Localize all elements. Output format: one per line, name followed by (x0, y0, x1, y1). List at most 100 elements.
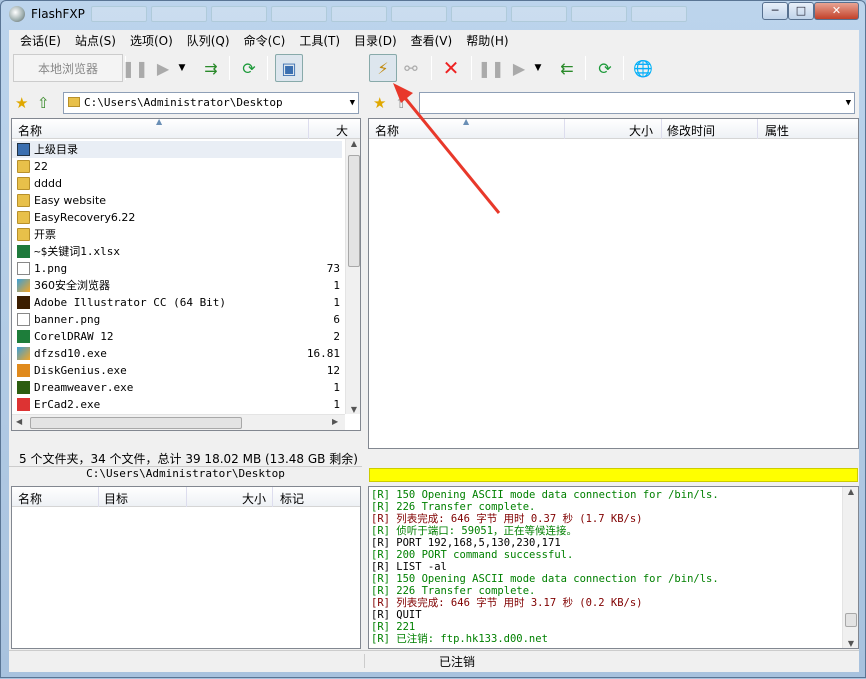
menu-directory[interactable]: 目录(D) (347, 32, 404, 49)
menu-options[interactable]: 选项(O) (123, 32, 180, 49)
title-bar[interactable]: FlashFXP ─ □ ✕ (1, 1, 865, 29)
scroll-right-icon[interactable]: ▶ (332, 417, 338, 426)
remote-path-combo[interactable]: ▼ (419, 92, 855, 114)
disconnect-icon[interactable]: ⚯ (397, 54, 425, 82)
maximize-button[interactable]: □ (788, 2, 814, 20)
folder-icon (68, 97, 80, 107)
local-vertical-scrollbar[interactable]: ▲ ▼ (345, 139, 360, 414)
menu-help[interactable]: 帮助(H) (459, 32, 515, 49)
favorite-star-icon[interactable]: ★ (15, 94, 28, 112)
remote-parent-folder-icon[interactable]: ⇧ (395, 94, 408, 112)
file-row[interactable]: EasyRecovery6.22 (12, 209, 342, 226)
scroll-left-icon[interactable]: ◀ (16, 417, 22, 426)
column-name[interactable]: 名称 (18, 122, 42, 139)
file-row[interactable]: 开票 (12, 226, 342, 243)
log-scroll-thumb[interactable] (845, 613, 857, 627)
pause-icon[interactable]: ❚❚ (121, 54, 149, 82)
close-button[interactable]: ✕ (814, 2, 859, 20)
file-row[interactable]: 1.png 73 (12, 260, 342, 277)
refresh-icon[interactable]: ⟳ (235, 54, 263, 82)
transfer-dropdown-icon[interactable]: ▼ (175, 54, 189, 82)
file-row[interactable]: Easy website (12, 192, 342, 209)
local-status-path: C:\Users\Administrator\Desktop (9, 466, 362, 481)
remote-transfer-icon[interactable]: ▶ (505, 54, 533, 82)
file-name: dddd (34, 177, 62, 190)
remote-chevron-down-icon[interactable]: ▼ (846, 93, 851, 113)
folder-icon (17, 211, 30, 224)
remote-transfer-all-icon[interactable]: ⇇ (553, 54, 581, 82)
hscroll-thumb[interactable] (30, 417, 242, 429)
abort-icon[interactable]: ✕ (437, 54, 465, 82)
menu-sites[interactable]: 站点(S) (68, 32, 123, 49)
queue-column-mark[interactable]: 标记 (280, 490, 304, 507)
remote-favorite-star-icon[interactable]: ★ (373, 94, 386, 112)
file-name: 上级目录 (34, 143, 78, 156)
local-folder-icon[interactable]: ▣ (275, 54, 303, 82)
file-row[interactable]: dfzsd10.exe 16.81 (12, 345, 342, 362)
queue-column-size[interactable]: 大小 (242, 490, 266, 507)
scroll-up-icon[interactable]: ▲ (346, 139, 360, 148)
file-name: 22 (34, 160, 48, 173)
local-browser-button[interactable]: 本地浏览器 (13, 54, 123, 82)
menu-session[interactable]: 会话(E) (13, 32, 68, 49)
file-row[interactable]: 360安全浏览器 1 (12, 277, 342, 294)
file-size: 73 (326, 262, 340, 275)
remote-column-modified[interactable]: 修改时间 (667, 122, 715, 139)
log-scroll-down-icon[interactable]: ▼ (843, 639, 858, 648)
remote-transfer-dropdown-icon[interactable]: ▼ (531, 54, 545, 82)
remote-file-list[interactable]: 名称 ▲ 大小 修改时间 属性 (368, 118, 859, 449)
connect-icon[interactable]: ⚡ (369, 54, 397, 82)
transfer-icon[interactable]: ▶ (149, 54, 177, 82)
file-name: Adobe Illustrator CC (64 Bit) (34, 296, 227, 309)
remote-column-name[interactable]: 名称 (375, 122, 399, 139)
menu-view[interactable]: 查看(V) (404, 32, 460, 49)
parent-folder-icon[interactable]: ⇧ (37, 94, 50, 112)
queue-column-name[interactable]: 名称 (18, 490, 42, 507)
file-size: 12 (326, 364, 340, 377)
local-toolbar: 本地浏览器 ❚❚ ▶ ▼ ⇉ ⟳ ▣ (9, 50, 362, 88)
log-line: [R] 150 Opening ASCII mode data connecti… (371, 489, 719, 501)
log-vertical-scrollbar[interactable]: ▲ ▼ (842, 487, 858, 648)
file-row[interactable]: Dreamweaver.exe 1 (12, 379, 342, 396)
queue-list[interactable]: 名称 目标 大小 标记 (11, 486, 361, 649)
file-row[interactable]: banner.png 6 (12, 311, 342, 328)
file-size: 1 (333, 398, 340, 411)
column-size[interactable]: 大 (336, 122, 348, 139)
png-icon (17, 313, 30, 326)
file-row[interactable]: DiskGenius.exe 12 (12, 362, 342, 379)
log-scroll-up-icon[interactable]: ▲ (843, 487, 858, 496)
file-name: CorelDRAW 12 (34, 330, 114, 343)
remote-pause-icon[interactable]: ❚❚ (477, 54, 505, 82)
log-line: [R] 226 Transfer complete. (371, 585, 536, 597)
file-row[interactable]: ~$关键词1.xlsx (12, 243, 342, 260)
local-path-combo[interactable]: C:\Users\Administrator\Desktop ▼ (63, 92, 359, 114)
log-line: [R] LIST -al (371, 561, 447, 573)
menu-queue[interactable]: 队列(Q) (180, 32, 237, 49)
menu-commands[interactable]: 命令(C) (237, 32, 293, 49)
file-row[interactable]: 上级目录 (12, 141, 342, 158)
scroll-down-icon[interactable]: ▼ (346, 405, 360, 414)
file-size: 2 (333, 330, 340, 343)
remote-address-bar: ★ ⇧ ▼ (369, 91, 859, 115)
scroll-thumb[interactable] (348, 155, 360, 267)
session-log[interactable]: [R] 150 Opening ASCII mode data connecti… (368, 486, 859, 649)
menu-tools[interactable]: 工具(T) (292, 32, 347, 49)
remote-column-attr[interactable]: 属性 (765, 122, 789, 139)
file-row[interactable]: 22 (12, 158, 342, 175)
chevron-down-icon[interactable]: ▼ (350, 93, 355, 113)
queue-column-target[interactable]: 目标 (104, 490, 128, 507)
file-name: banner.png (34, 313, 101, 326)
file-row[interactable]: dddd (12, 175, 342, 192)
file-row[interactable]: ErCad2.exe 1 (12, 396, 342, 413)
remote-column-size[interactable]: 大小 (629, 122, 653, 139)
globe-icon[interactable]: 🌐 (629, 54, 657, 82)
log-line: [R] 侦听于端口: 59051，正在等候连接。 (371, 525, 578, 537)
local-file-list: 名称 ▲ 大 上级目录 22 dddd Easy website EasyRecover… (11, 118, 361, 431)
remote-refresh-icon[interactable]: ⟳ (591, 54, 619, 82)
minimize-button[interactable]: ─ (762, 2, 788, 20)
file-name: EasyRecovery6.22 (34, 211, 136, 224)
file-row[interactable]: CorelDRAW 12 2 (12, 328, 342, 345)
transfer-all-icon[interactable]: ⇉ (197, 54, 225, 82)
local-horizontal-scrollbar[interactable]: ◀ ▶ (12, 414, 345, 430)
file-row[interactable]: Adobe Illustrator CC (64 Bit) 1 (12, 294, 342, 311)
